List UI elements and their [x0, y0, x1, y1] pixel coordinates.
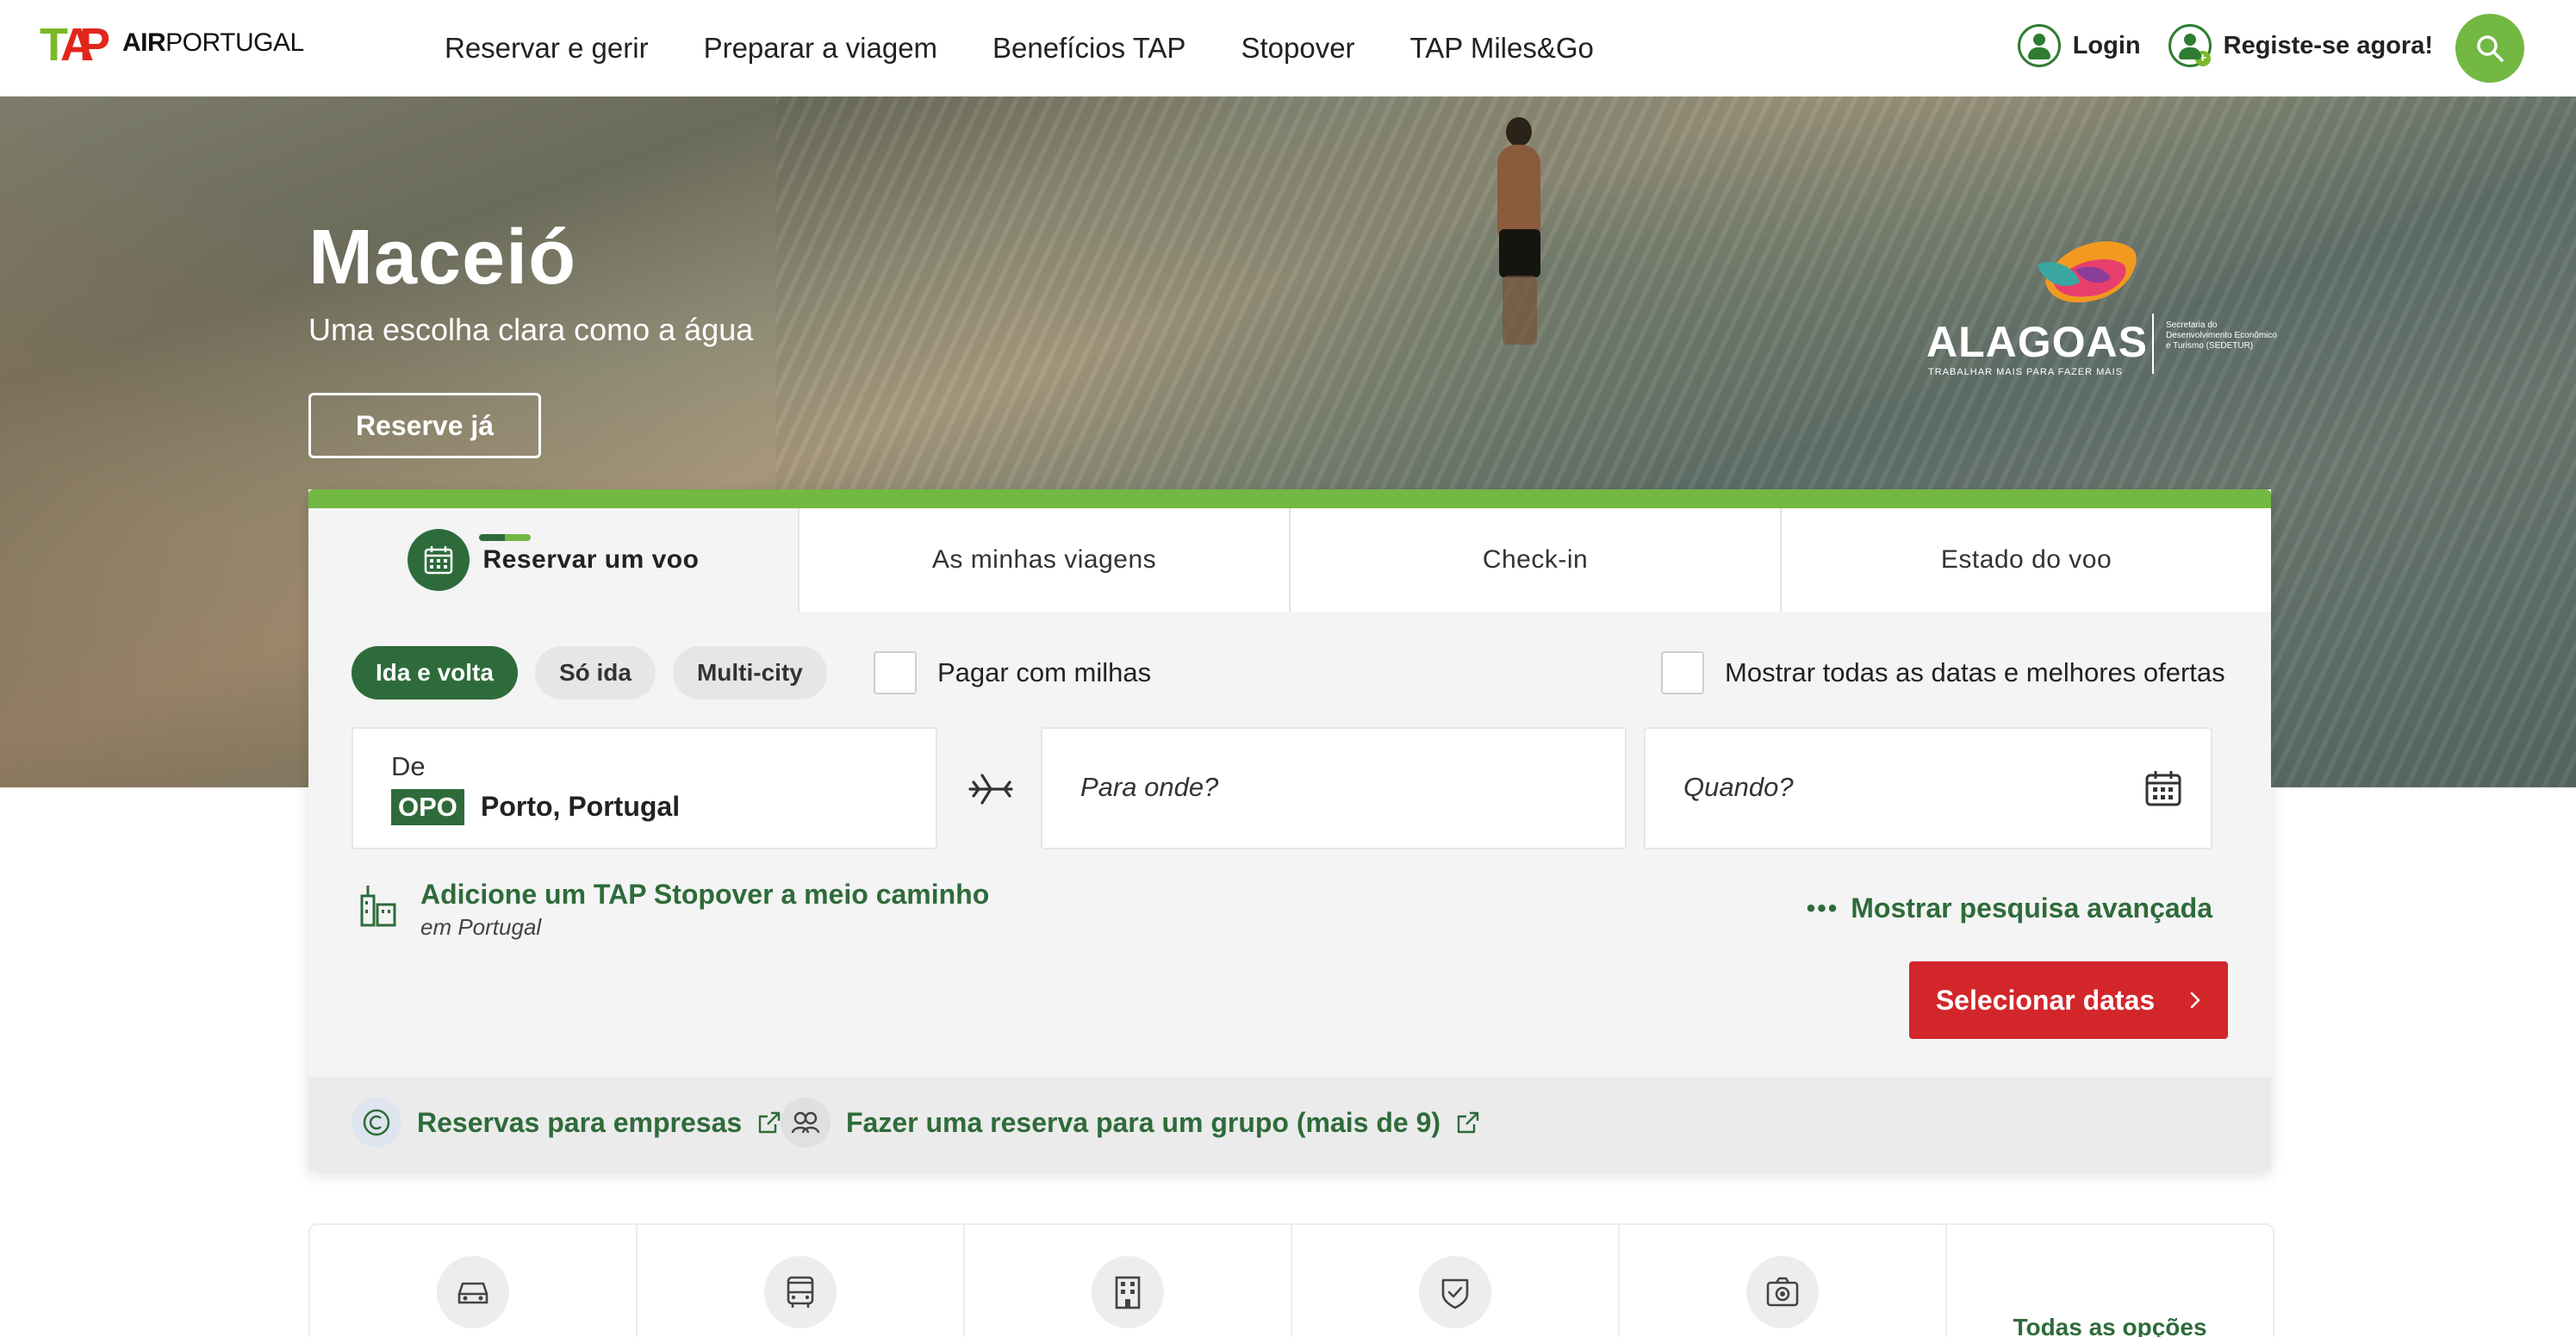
all-booking-options-label: Todas as opções de reserva	[2013, 1314, 2207, 1337]
trip-type-selector: Ida e volta Só ida Multi-city	[352, 646, 827, 700]
option-all-booking-options[interactable]: Todas as opções de reserva	[1945, 1225, 2273, 1337]
option-car-rental[interactable]	[310, 1225, 636, 1337]
swap-airports-button[interactable]	[965, 763, 1017, 815]
tab-reservar-um-voo[interactable]: Reservar um voo	[308, 508, 798, 612]
tab-label: Reservar um voo	[482, 545, 700, 574]
search-button[interactable]	[2455, 14, 2524, 83]
alagoas-secretariat: Secretaria do Desenvolvimento Econômico …	[2166, 320, 2277, 351]
camera-icon	[1746, 1256, 1819, 1328]
logo-air-text: AIR	[122, 28, 166, 57]
group-booking-link[interactable]: Fazer uma reserva para um grupo (mais de…	[781, 1098, 1480, 1147]
tab-check-in[interactable]: Check-in	[1289, 508, 1780, 612]
origin-label: De	[391, 751, 426, 781]
origin-airport-code: OPO	[391, 789, 464, 825]
show-all-dates-checkbox[interactable]: Mostrar todas as datas e melhores oferta…	[1661, 651, 2225, 694]
alagoas-divider	[2152, 314, 2154, 374]
group-icon	[781, 1098, 831, 1147]
calendar-icon	[407, 529, 470, 591]
register-link[interactable]: + Registe-se agora!	[2168, 24, 2433, 67]
user-add-icon: +	[2168, 24, 2212, 67]
booking-tabs: Reservar um voo As minhas viagens Check-…	[308, 508, 2271, 612]
checkbox-box[interactable]	[874, 651, 917, 694]
origin-field[interactable]: De OPO Porto, Portugal	[352, 727, 937, 849]
destination-field[interactable]: Para onde?	[1041, 727, 1627, 849]
business-bookings-link[interactable]: Reservas para empresas	[352, 1098, 781, 1147]
hero-title: Maceió	[308, 215, 577, 301]
hero-subtitle: Uma escolha clara como a água	[308, 312, 754, 347]
user-icon	[2017, 24, 2061, 67]
booking-panel: Reservar um voo As minhas viagens Check-…	[308, 489, 2271, 1170]
alagoas-partner-logo: ALAGOAS TRABALHAR MAIS PARA FAZER MAIS S…	[1926, 227, 2280, 382]
user-links: Login + Registe-se agora!	[2017, 24, 2433, 67]
advanced-search-toggle[interactable]: ••• Mostrar pesquisa avançada	[1807, 892, 2212, 924]
tab-estado-do-voo[interactable]: Estado do voo	[1780, 508, 2271, 612]
bus-icon	[764, 1256, 837, 1328]
group-booking-label: Fazer uma reserva para um grupo (mais de…	[846, 1106, 1441, 1138]
tap-logo-text: AIRPORTUGAL	[122, 28, 304, 58]
tab-active-indicator	[479, 534, 531, 541]
ellipsis-icon: •••	[1806, 893, 1839, 923]
tab-as-minhas-viagens[interactable]: As minhas viagens	[798, 508, 1289, 612]
date-placeholder: Quando?	[1683, 772, 1794, 802]
hero-cta-button[interactable]: Reserve já	[308, 393, 541, 458]
trip-type-one-way[interactable]: Só ida	[534, 646, 656, 700]
search-icon	[2477, 35, 2504, 62]
date-field[interactable]: Quando?	[1644, 727, 2212, 849]
nav-stopover[interactable]: Stopover	[1241, 26, 1354, 71]
logo-portugal-text: PORTUGAL	[165, 28, 304, 57]
tap-logo[interactable]: TAP AIRPORTUGAL	[40, 19, 304, 71]
checkbox-box[interactable]	[1661, 651, 1704, 694]
origin-city: Porto, Portugal	[481, 791, 681, 822]
login-link[interactable]: Login	[2017, 24, 2141, 67]
stopover-title: Adicione um TAP Stopover a meio caminho	[420, 879, 990, 910]
option-experiences[interactable]	[1618, 1225, 1945, 1337]
external-link-icon	[758, 1111, 781, 1134]
alagoas-tagline: TRABALHAR MAIS PARA FAZER MAIS	[1928, 367, 2124, 377]
select-dates-button[interactable]: Selecionar datas	[1909, 961, 2228, 1039]
hotel-icon	[1092, 1256, 1164, 1328]
copyright-icon	[352, 1098, 401, 1147]
trip-type-round-trip[interactable]: Ida e volta	[352, 646, 518, 700]
nav-beneficios-tap[interactable]: Benefícios TAP	[992, 26, 1185, 71]
hero-person-image	[1482, 117, 1559, 358]
stopover-text: Adicione um TAP Stopover a meio caminho …	[420, 879, 989, 941]
stopover-link[interactable]: Adicione um TAP Stopover a meio caminho …	[358, 879, 989, 941]
city-buildings-icon	[360, 886, 396, 927]
booking-panel-accent-bar	[308, 489, 2271, 508]
nav-tap-miles-go[interactable]: TAP Miles&Go	[1410, 26, 1594, 71]
register-label: Registe-se agora!	[2223, 31, 2433, 59]
option-bus[interactable]	[636, 1225, 963, 1337]
extra-options-bar: Todas as opções de reserva	[308, 1223, 2274, 1337]
car-icon	[437, 1256, 509, 1328]
page: TAP AIRPORTUGAL Reservar e gerir Prepara…	[0, 0, 2576, 1337]
select-dates-label: Selecionar datas	[1935, 984, 2156, 1016]
main-nav: Reservar e gerir Preparar a viagem Benef…	[445, 26, 1594, 71]
advanced-search-label: Mostrar pesquisa avançada	[1851, 892, 2212, 923]
chevron-right-icon	[2190, 992, 2200, 1009]
insurance-icon	[1419, 1256, 1491, 1328]
alagoas-name: ALAGOAS	[1926, 318, 2148, 366]
external-link-icon	[1457, 1111, 1479, 1134]
booking-footer: Reservas para empresas Fazer uma reserva…	[308, 1077, 2271, 1170]
option-hotel[interactable]	[963, 1225, 1291, 1337]
option-insurance[interactable]	[1291, 1225, 1618, 1337]
nav-preparar-a-viagem[interactable]: Preparar a viagem	[704, 26, 937, 71]
pay-with-miles-label: Pagar com milhas	[937, 657, 1152, 687]
login-label: Login	[2072, 31, 2141, 59]
plane-swap-icon	[968, 774, 1013, 805]
top-header: TAP AIRPORTUGAL Reservar e gerir Prepara…	[0, 0, 2576, 96]
nav-reservar-e-gerir[interactable]: Reservar e gerir	[445, 26, 649, 71]
pay-with-miles-checkbox[interactable]: Pagar com milhas	[874, 651, 1151, 694]
destination-placeholder: Para onde?	[1080, 772, 1219, 802]
business-bookings-label: Reservas para empresas	[417, 1106, 743, 1138]
alagoas-swirl-icon	[2037, 241, 2137, 303]
calendar-icon	[2145, 771, 2181, 806]
tap-logo-mark: TAP	[40, 19, 111, 71]
trip-type-multi-city[interactable]: Multi-city	[672, 646, 827, 700]
show-all-dates-label: Mostrar todas as datas e melhores oferta…	[1725, 657, 2225, 687]
stopover-subtitle: em Portugal	[420, 914, 542, 940]
